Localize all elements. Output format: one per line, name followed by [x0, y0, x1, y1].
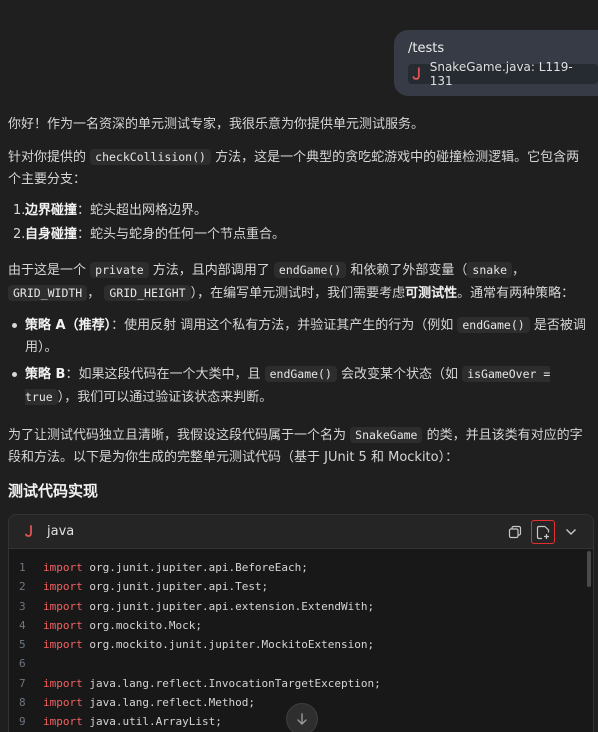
paragraph-text: 方法，且内部调用了 — [152, 263, 270, 278]
code-keyword: import — [43, 696, 83, 710]
line-number: 9 — [19, 715, 26, 729]
paragraph-text: ， — [512, 263, 526, 278]
code-line: 7 import java.lang.reflect.InvocationTarg… — [9, 674, 593, 693]
line-number: 3 — [19, 599, 26, 613]
response-intro: 针对你提供的 checkCollision() 方法，这是一个典型的贪吃蛇游戏中… — [8, 146, 592, 191]
insert-file-icon — [536, 525, 550, 539]
code-text: java.lang.reflect.Method; — [82, 696, 255, 710]
list-number: 1. — [13, 203, 26, 218]
code-line: 5 import org.mockito.junit.jupiter.Mockit… — [9, 635, 593, 654]
list-item-title: 自身碰撞 — [25, 227, 78, 242]
code-scrollbar[interactable] — [587, 551, 591, 587]
bold-text: 可测试性 — [405, 286, 458, 301]
code-text: org.junit.jupiter.api.Test; — [82, 580, 269, 594]
code-keyword: import — [43, 676, 83, 690]
file-reference-label: SnakeGame.java: L119-131 — [429, 60, 573, 88]
line-number: 4 — [19, 618, 26, 632]
list-item-text: ：使用反射 调用这个私有方法，并验证其产生的行为（例如 — [111, 318, 454, 333]
inline-code: endGame() — [273, 262, 347, 278]
inline-code: endGame() — [264, 366, 337, 382]
paragraph-text: ， — [87, 286, 101, 301]
inline-code: GRID_HEIGHT — [104, 285, 191, 301]
list-item: 2. 自身碰撞：蛇头与蛇身的任何一个节点重合。 — [8, 224, 592, 248]
list-item-title: 策略 A（推荐） — [25, 318, 112, 333]
line-number: 2 — [19, 580, 26, 594]
copy-button[interactable] — [503, 520, 527, 544]
inline-code: SnakeGame — [350, 427, 423, 443]
list-item-text: 会改变某个状态（如 — [341, 367, 459, 382]
inline-code: checkCollision() — [90, 149, 211, 165]
code-text: java.util.ArrayList; — [82, 715, 222, 729]
list-item-title: 策略 B — [25, 367, 66, 382]
user-message-bubble: /tests SnakeGame.java: L119-131 — [394, 30, 598, 96]
line-number: 8 — [19, 696, 26, 710]
greeting-text: 你好！作为一名资深的单元测试专家，我很乐意为你提供单元测试服务。 — [8, 117, 425, 132]
bullet — [12, 323, 17, 328]
list-item: 策略 A（推荐）：使用反射 调用这个私有方法，并验证其产生的行为（例如 endG… — [8, 314, 592, 363]
code-block-header: java — [9, 515, 593, 549]
expand-button[interactable] — [559, 520, 583, 544]
list-item-text: ：蛇头超出网格边界。 — [77, 203, 208, 218]
list-item-text: ：如果这段代码在一个大类中，且 — [65, 367, 261, 382]
code-text: org.junit.jupiter.api.extension.ExtendWi… — [82, 599, 375, 613]
code-keyword: import — [43, 715, 83, 729]
intro-text: 针对你提供的 — [8, 150, 87, 165]
chevron-down-icon — [566, 529, 576, 535]
inline-code: GRID_WIDTH — [8, 285, 88, 301]
insert-into-file-button[interactable] — [531, 520, 555, 544]
code-keyword: import — [43, 599, 83, 613]
code-text: java.lang.reflect.InvocationTargetExcept… — [82, 676, 381, 690]
code-line: 6 — [9, 654, 593, 673]
inline-code: snake — [467, 262, 513, 278]
scroll-to-bottom-button[interactable] — [286, 703, 318, 732]
list-item: 1. 边界碰撞：蛇头超出网格边界。 — [8, 200, 592, 224]
code-line: 1 import org.junit.jupiter.api.BeforeEach… — [9, 558, 593, 577]
line-number: 1 — [19, 561, 26, 574]
inline-code: endGame() — [457, 317, 530, 333]
code-keyword: import — [43, 618, 83, 632]
strategy-list: 策略 A（推荐）：使用反射 调用这个私有方法，并验证其产生的行为（例如 endG… — [8, 314, 592, 409]
code-keyword: import — [43, 561, 83, 574]
paragraph-text: ），在编写单元测试时，我们需要考虑 — [190, 286, 406, 301]
list-number: 2. — [13, 227, 26, 242]
code-text: org.mockito.junit.jupiter.MockitoExtensi… — [82, 638, 375, 652]
line-number: 5 — [19, 638, 26, 652]
java-icon — [25, 525, 32, 537]
code-language-label: java — [47, 524, 75, 539]
code-text: org.mockito.Mock; — [82, 618, 202, 632]
code-text: org.junit.jupiter.api.BeforeEach; — [82, 561, 308, 574]
line-number: 6 — [19, 657, 26, 671]
paragraph-text: 由于这是一个 — [8, 263, 87, 278]
response-greeting: 你好！作为一名资深的单元测试专家，我很乐意为你提供单元测试服务。 — [8, 114, 592, 136]
paragraph-text: 为了让测试代码独立且清晰，我假设这段代码属于一个名为 — [8, 428, 347, 443]
list-item: 策略 B：如果这段代码在一个大类中，且 endGame() 会改变某个状态（如 … — [8, 363, 592, 409]
list-item-text: ：蛇头与蛇身的任何一个节点重合。 — [77, 227, 286, 242]
inline-code: private — [90, 262, 149, 278]
response-paragraph-assumption: 为了让测试代码独立且清晰，我假设这段代码属于一个名为 SnakeGame 的类，… — [8, 424, 592, 469]
code-line: 2 import org.junit.jupiter.api.Test; — [9, 577, 593, 596]
section-heading: 测试代码实现 — [8, 482, 99, 500]
bullet — [12, 372, 17, 377]
arrow-down-icon — [297, 713, 307, 725]
line-number: 7 — [19, 676, 26, 690]
paragraph-text: 和依赖了外部变量（ — [350, 263, 468, 278]
code-keyword: import — [43, 580, 83, 594]
code-line: 3 import org.junit.jupiter.api.extension.… — [9, 597, 593, 616]
list-item-text: ），我们可以通过验证该状态来判断。 — [57, 390, 273, 405]
branch-list: 1. 边界碰撞：蛇头超出网格边界。 2. 自身碰撞：蛇头与蛇身的任何一个节点重合… — [8, 200, 592, 248]
list-item-title: 边界碰撞 — [25, 203, 78, 218]
user-command: /tests — [408, 41, 445, 56]
copy-icon — [508, 525, 522, 539]
java-icon — [412, 67, 420, 80]
code-keyword: import — [43, 638, 83, 652]
code-block: java 1 import org.junit.jupiter.api.Befor… — [8, 514, 594, 732]
file-reference-chip[interactable]: SnakeGame.java: L119-131 — [408, 60, 598, 88]
code-line: 4 import org.mockito.Mock; — [9, 616, 593, 635]
paragraph-text: 。通常有两种策略： — [457, 286, 575, 301]
response-paragraph-testability: 由于这是一个 private 方法，且内部调用了 endGame() 和依赖了外… — [8, 259, 592, 305]
